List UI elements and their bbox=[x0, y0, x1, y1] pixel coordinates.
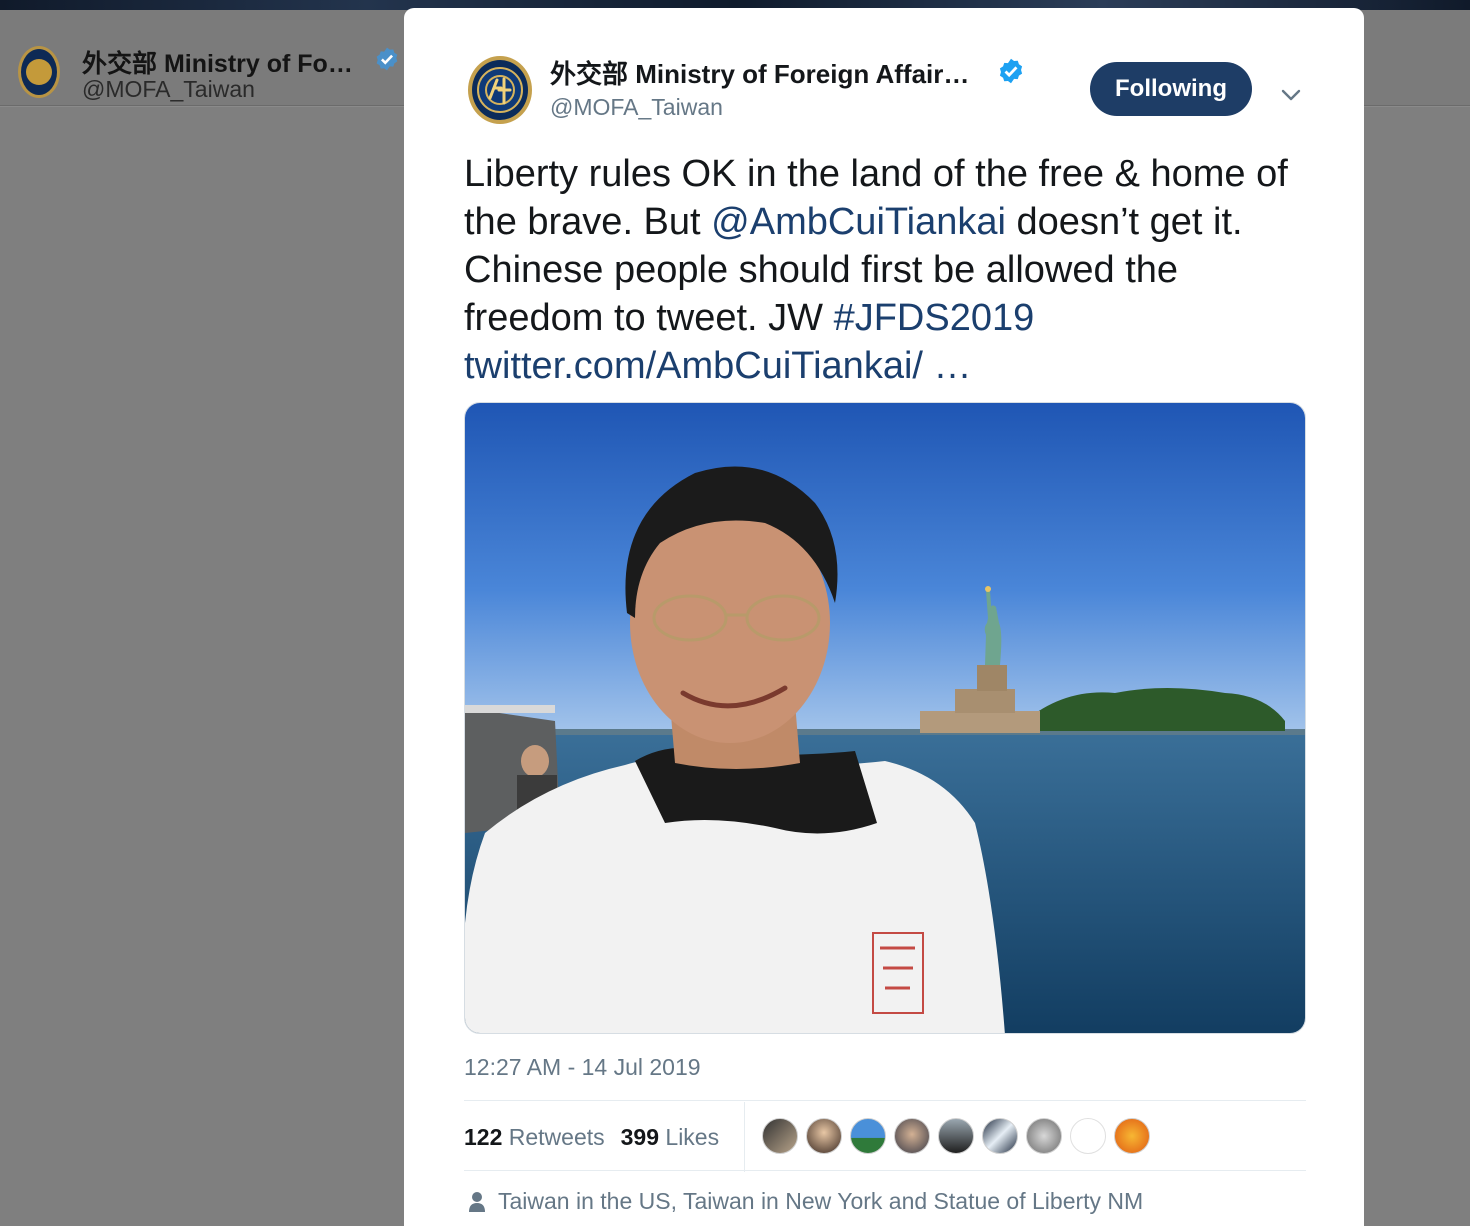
tweet-timestamp[interactable]: 12:27 AM - 14 Jul 2019 bbox=[464, 1054, 701, 1081]
liker-avatar[interactable] bbox=[1070, 1118, 1106, 1154]
retweets-label: Retweets bbox=[508, 1123, 605, 1150]
retweets-count: 122 bbox=[464, 1123, 503, 1150]
verified-badge-icon bbox=[374, 46, 400, 77]
account-handle[interactable]: @MOFA_Taiwan bbox=[550, 94, 723, 121]
tweet-photo[interactable] bbox=[464, 402, 1306, 1034]
tweet-text: Liberty rules OK in the land of the free… bbox=[464, 150, 1324, 390]
liker-avatar[interactable] bbox=[1114, 1118, 1150, 1154]
background-avatar[interactable] bbox=[18, 46, 60, 98]
tweet-modal: 外交部 Ministry of Foreign Affair… @MOFA_Ta… bbox=[404, 8, 1364, 1226]
account-avatar[interactable] bbox=[468, 56, 532, 124]
background-account-name[interactable]: 外交部 Ministry of Fo… bbox=[82, 44, 353, 80]
liker-avatar[interactable] bbox=[894, 1118, 930, 1154]
likes-label: Likes bbox=[665, 1123, 720, 1150]
mention-link[interactable]: @AmbCuiTiankai bbox=[711, 201, 1006, 243]
liker-avatars bbox=[762, 1118, 1158, 1154]
retweets-stat[interactable]: 122 Retweets bbox=[464, 1124, 605, 1151]
tweet-location: Taiwan in the US, Taiwan in New York and… bbox=[464, 1188, 1143, 1215]
tweet-stats: 122 Retweets 399 Likes bbox=[464, 1102, 1306, 1172]
liker-avatar[interactable] bbox=[1026, 1118, 1062, 1154]
divider bbox=[464, 1100, 1306, 1101]
likes-stat[interactable]: 399 Likes bbox=[621, 1124, 719, 1151]
account-name[interactable]: 外交部 Ministry of Foreign Affair… bbox=[550, 54, 969, 91]
url-link[interactable]: twitter.com/AmbCuiTiankai/ … bbox=[464, 345, 972, 387]
hashtag-link[interactable]: #JFDS2019 bbox=[834, 297, 1035, 339]
person-pin-icon bbox=[469, 1191, 485, 1212]
verified-badge-icon bbox=[997, 57, 1025, 90]
liker-avatar[interactable] bbox=[982, 1118, 1018, 1154]
following-button[interactable]: Following bbox=[1090, 62, 1252, 116]
location-link[interactable]: Taiwan in the US, Taiwan in New York and… bbox=[498, 1188, 1143, 1215]
stats-separator bbox=[744, 1102, 745, 1172]
chevron-down-icon[interactable] bbox=[1280, 84, 1302, 106]
liker-avatar[interactable] bbox=[762, 1118, 798, 1154]
liker-avatar[interactable] bbox=[806, 1118, 842, 1154]
liker-avatar[interactable] bbox=[938, 1118, 974, 1154]
background-account-handle[interactable]: @MOFA_Taiwan bbox=[82, 76, 255, 103]
divider bbox=[464, 1170, 1306, 1171]
likes-count: 399 bbox=[620, 1123, 660, 1150]
liker-avatar[interactable] bbox=[850, 1118, 886, 1154]
